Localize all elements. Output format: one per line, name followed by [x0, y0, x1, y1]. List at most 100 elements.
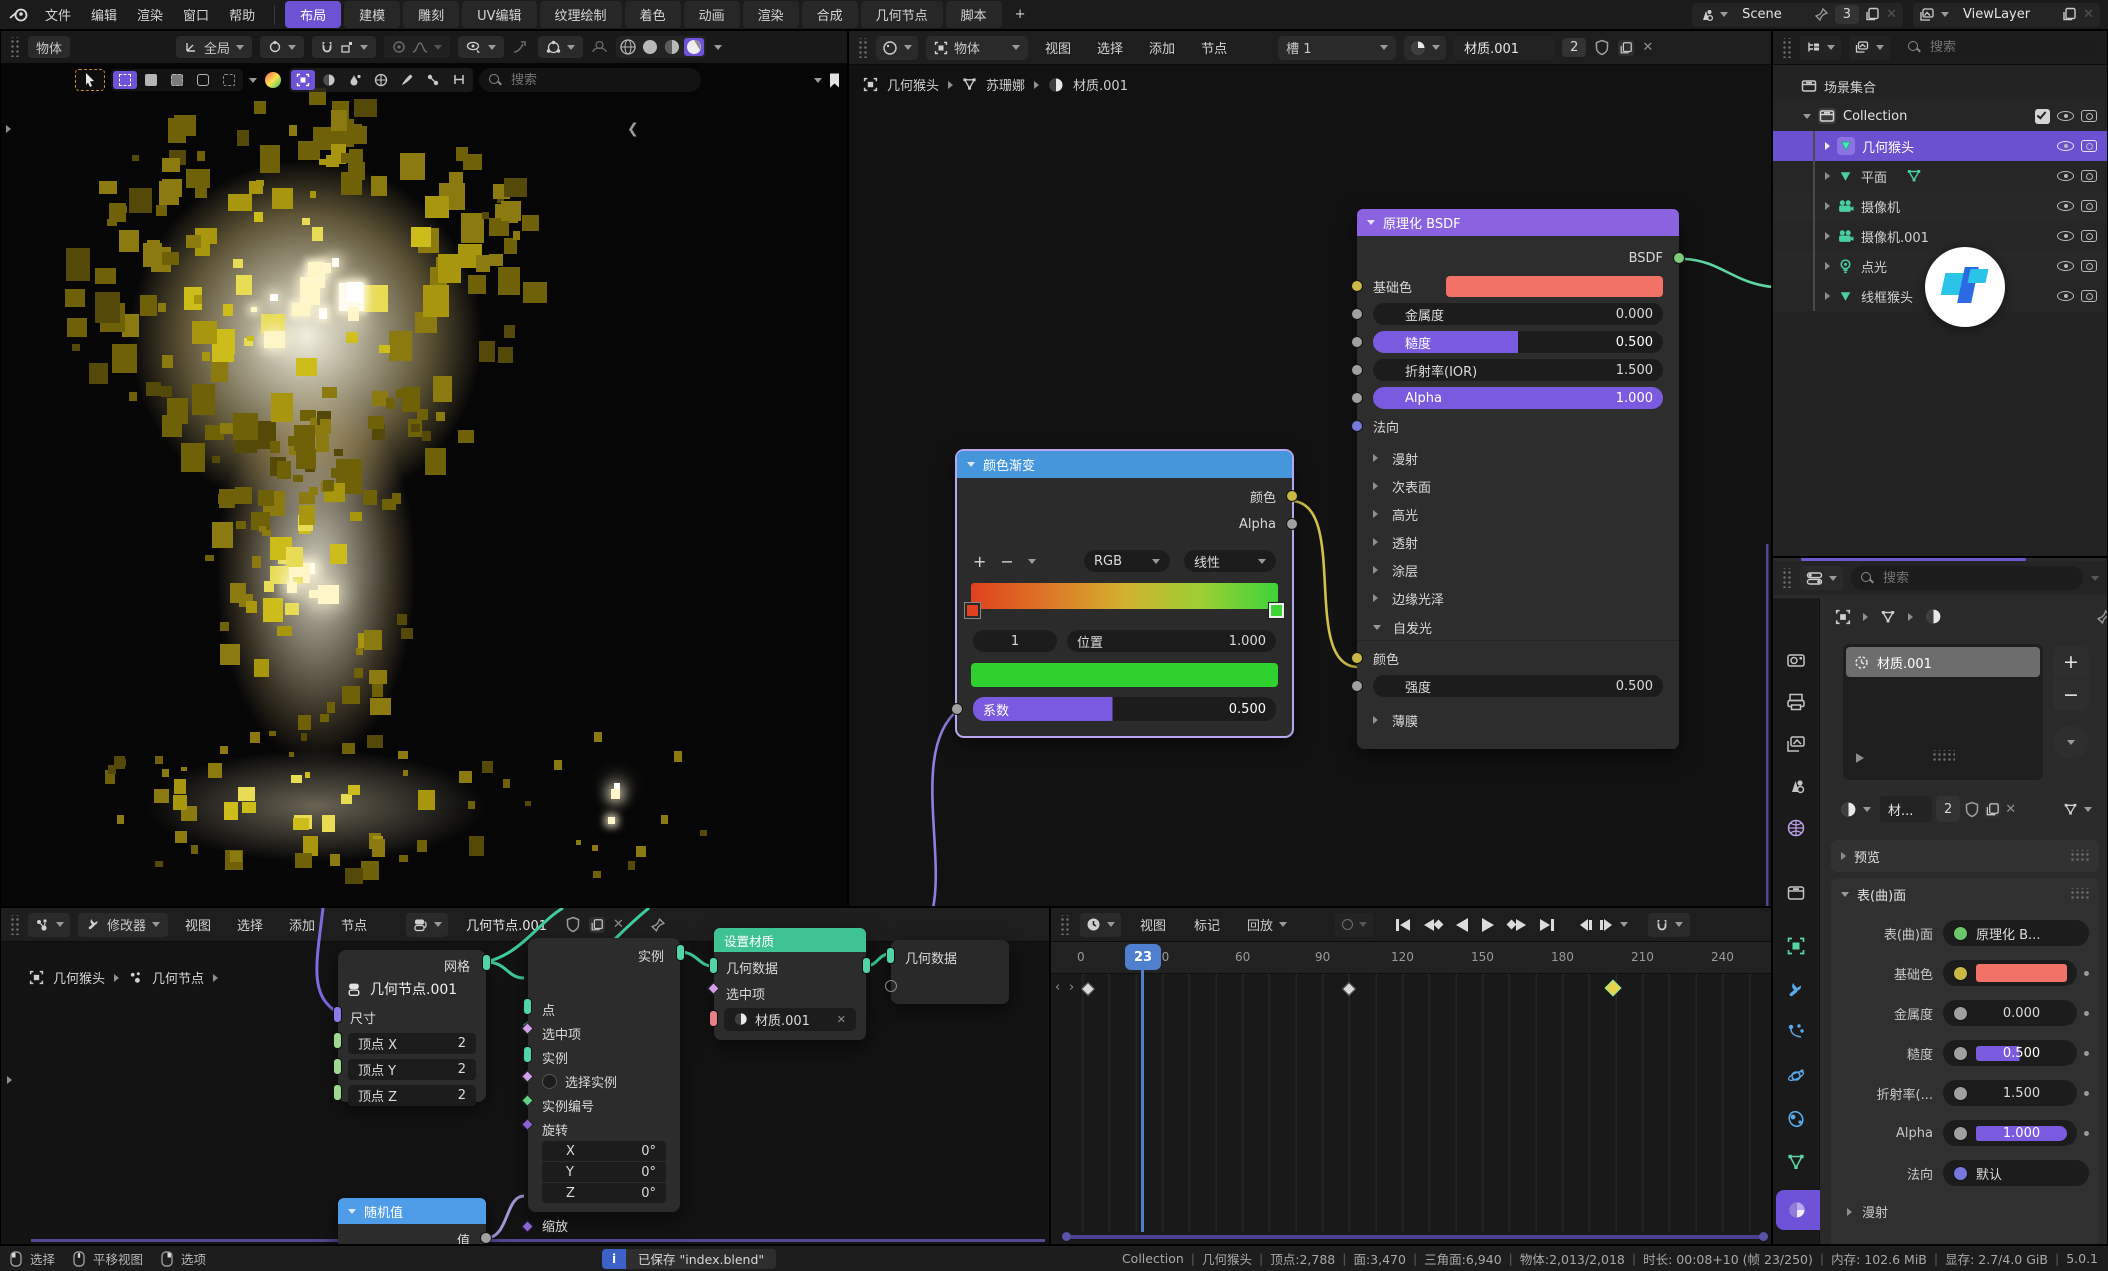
roughness-slider[interactable]: 0.500: [1943, 1040, 2077, 1066]
scene-name[interactable]: Scene: [1734, 7, 1808, 22]
panel-grip[interactable]: [2069, 888, 2089, 900]
rotation-y-field[interactable]: Y0°: [542, 1162, 666, 1182]
playhead-label[interactable]: 23: [1125, 944, 1161, 970]
editor-type-selector[interactable]: [1800, 566, 1843, 590]
options-dropdown-icon[interactable]: [2091, 576, 2099, 581]
outliner-search-input[interactable]: [1928, 39, 2089, 56]
shading-wireframe-icon[interactable]: [618, 38, 638, 56]
socket-instances-output[interactable]: [676, 944, 685, 961]
transform-arrow-icon[interactable]: [512, 39, 530, 55]
editor-type-selector[interactable]: [28, 913, 70, 937]
socket-alpha-input[interactable]: [1351, 392, 1363, 404]
slot-specials-dropdown[interactable]: [2053, 726, 2089, 758]
ramp-mode-selector[interactable]: RGB: [1084, 550, 1170, 572]
pivot-selector[interactable]: [260, 36, 304, 58]
tab-material-active[interactable]: [1776, 1190, 1820, 1230]
socket-metallic-input[interactable]: [1351, 308, 1363, 320]
tab-physics[interactable]: [1786, 1066, 1806, 1086]
breadcrumb-material[interactable]: 材质.001: [1073, 75, 1128, 94]
geo-menu-node[interactable]: 节点: [332, 912, 376, 937]
tab-modifiers[interactable]: [1786, 980, 1806, 1000]
section-expand-icon[interactable]: [1373, 566, 1378, 574]
tab-world[interactable]: [1786, 818, 1806, 838]
ramp-stop-index-field[interactable]: 1: [973, 630, 1057, 652]
grid-vertices-x-field[interactable]: 顶点 X2: [348, 1033, 476, 1054]
menu-edit[interactable]: 编辑: [82, 2, 126, 27]
unlink-material-icon[interactable]: ✕: [1642, 40, 1653, 55]
scene-users-count[interactable]: 3: [1835, 5, 1859, 24]
orientation-selector[interactable]: 全局: [176, 36, 252, 58]
ior-slider[interactable]: 1.500: [1943, 1080, 2077, 1106]
tab-object[interactable]: [1786, 936, 1806, 956]
slot-brush-button[interactable]: [395, 70, 419, 90]
outliner-filter[interactable]: [1849, 36, 1890, 60]
slot-add-button[interactable]: +: [2053, 646, 2089, 678]
shader-menu-view[interactable]: 视图: [1036, 35, 1080, 60]
shader-menu-select[interactable]: 选择: [1088, 35, 1132, 60]
socket-alpha-output[interactable]: [1286, 518, 1298, 530]
expand-icon[interactable]: [1825, 202, 1830, 210]
disable-render-icon[interactable]: [2081, 110, 2097, 122]
properties-search[interactable]: [1851, 566, 2083, 590]
bsdf-base-color-swatch[interactable]: [1446, 276, 1663, 297]
tab-sculpting[interactable]: 雕刻: [403, 1, 459, 28]
material-slot-item-selected[interactable]: 材质.001: [1846, 647, 2040, 677]
hide-eye-icon[interactable]: [2057, 111, 2074, 121]
pin-icon[interactable]: [650, 917, 666, 933]
hide-eye-icon[interactable]: [2057, 171, 2074, 181]
socket-value-output[interactable]: [480, 1232, 492, 1244]
auto-keying-toggle[interactable]: [1335, 913, 1374, 937]
bsdf-section-transmission[interactable]: 透射: [1392, 533, 1418, 552]
select-circle-button[interactable]: [165, 71, 189, 89]
expand-icon[interactable]: [1825, 142, 1830, 150]
next-keyframe-button[interactable]: [1508, 919, 1526, 931]
ramp-gradient-bar[interactable]: [971, 583, 1278, 609]
tab-geometry-nodes[interactable]: 几何节点: [861, 1, 943, 28]
step-dropdown-icon[interactable]: [1620, 922, 1628, 927]
tab-object-data[interactable]: [1786, 1152, 1806, 1172]
slot-object-button[interactable]: [291, 70, 315, 90]
info-icon[interactable]: i: [602, 1249, 626, 1269]
socket-geometry-output[interactable]: [862, 957, 871, 974]
outliner-row-camera-001[interactable]: 摄像机.001: [1773, 221, 2107, 251]
section-expand-icon[interactable]: [1373, 716, 1378, 724]
jump-to-start-button[interactable]: [1396, 919, 1410, 931]
channel-expand-icon[interactable]: ›: [1069, 980, 1074, 995]
outliner-row-geo-monkey[interactable]: 几何猴头: [1773, 131, 2107, 161]
timeline-menu-view[interactable]: 视图: [1131, 912, 1175, 937]
bsdf-node-header[interactable]: 原理化 BSDF: [1357, 209, 1679, 236]
animate-dot[interactable]: [2084, 1011, 2089, 1016]
socket-points-input[interactable]: [523, 998, 532, 1015]
play-button[interactable]: [1482, 918, 1494, 932]
geo-menu-view[interactable]: 视图: [176, 912, 220, 937]
toolbar-expand-icon[interactable]: [7, 1076, 12, 1084]
material-slot-selector[interactable]: 槽 1: [1278, 36, 1396, 60]
node-tree-name[interactable]: 几何节点.001: [456, 915, 557, 934]
instance-on-points-node[interactable]: 实例 点 选中项 实例 选择实例 实例编号 旋转 X0° Y0° Z0° 缩放: [528, 938, 680, 1212]
scrollbar-handle-left[interactable]: [1062, 1232, 1071, 1241]
viewport-search-input[interactable]: [509, 72, 691, 89]
grid-vertices-y-field[interactable]: 顶点 Y2: [348, 1059, 476, 1080]
timeline-menu-playback[interactable]: 回放: [1239, 913, 1295, 937]
select-tool-button[interactable]: [75, 69, 105, 91]
mode-selector[interactable]: 物体: [28, 36, 70, 58]
overlays-icon[interactable]: [591, 40, 608, 55]
shading-solid-icon[interactable]: [640, 38, 660, 56]
slot-specials-icon[interactable]: [1856, 753, 1864, 763]
node-tree-selector[interactable]: [406, 913, 448, 937]
material-users-count[interactable]: 2: [1936, 796, 1960, 822]
play-reverse-button[interactable]: [1456, 918, 1468, 932]
unlink-material-icon[interactable]: ✕: [2005, 802, 2016, 817]
tab-animation[interactable]: 动画: [684, 1, 740, 28]
gizmo-selector[interactable]: [538, 36, 583, 58]
tab-scene[interactable]: [1786, 776, 1806, 796]
section-expand-icon[interactable]: [1373, 510, 1378, 518]
colorramp-node[interactable]: 颜色渐变 颜色 Alpha + − RGB 线性 1 位置1.000: [957, 451, 1292, 736]
ramp-stop-handle-right[interactable]: [1269, 603, 1284, 618]
properties-search-input[interactable]: [1881, 570, 2073, 587]
shield-icon[interactable]: [1594, 39, 1610, 56]
select-tweak-button[interactable]: [113, 71, 137, 89]
tab-output[interactable]: [1786, 692, 1806, 712]
timeline-scrollbar[interactable]: [1065, 1235, 1765, 1239]
set-material-node[interactable]: 设置材质 几何数据 选中项 材质.001 ✕: [714, 928, 866, 1040]
